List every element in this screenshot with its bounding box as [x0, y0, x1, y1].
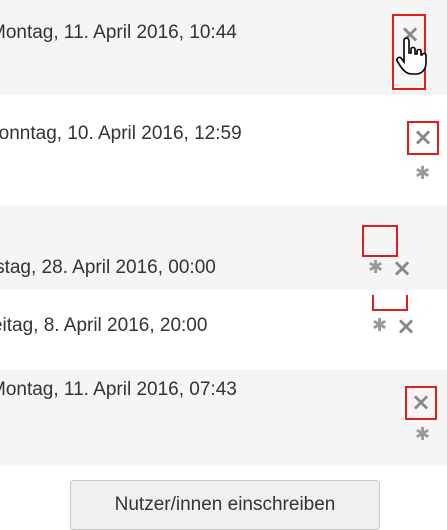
highlight-box: [362, 225, 398, 257]
remove-enrolment-icon[interactable]: ×: [396, 314, 416, 338]
settings-gear-icon[interactable]: ✱: [372, 317, 387, 335]
enrolment-date: Samstag, 28. April 2016, 00:00: [0, 257, 216, 278]
highlight-box: [372, 295, 408, 311]
enrolment-row: Montag, 11. April 2016, 07:43 × ✱: [0, 370, 447, 465]
settings-gear-icon[interactable]: ✱: [368, 259, 383, 277]
hand-cursor-icon: [396, 37, 427, 75]
enrolment-row: Samstag, 28. April 2016, 00:00 ✱ ×: [0, 205, 447, 290]
enrolment-date: Montag, 11. April 2016, 07:43: [0, 379, 237, 400]
enrolment-date: Montag, 11. April 2016, 10:44: [0, 22, 237, 43]
enrolment-row: Freitag, 8. April 2016, 20:00 ✱ ×: [0, 295, 447, 365]
enrolment-date: Freitag, 8. April 2016, 20:00: [0, 315, 208, 336]
settings-gear-icon[interactable]: ✱: [415, 426, 430, 444]
enrol-users-button[interactable]: Nutzer/innen einschreiben: [70, 480, 380, 530]
remove-enrolment-icon[interactable]: ×: [413, 125, 433, 149]
enrolment-row: Montag, 11. April 2016, 10:44 ×: [0, 0, 447, 95]
remove-enrolment-icon[interactable]: ×: [392, 256, 412, 280]
enrolment-date: Sonntag, 10. April 2016, 12:59: [0, 123, 242, 144]
enrolment-row: Sonntag, 10. April 2016, 12:59 × ✱: [0, 103, 447, 193]
remove-enrolment-icon[interactable]: ×: [411, 390, 431, 414]
settings-gear-icon[interactable]: ✱: [415, 165, 430, 183]
